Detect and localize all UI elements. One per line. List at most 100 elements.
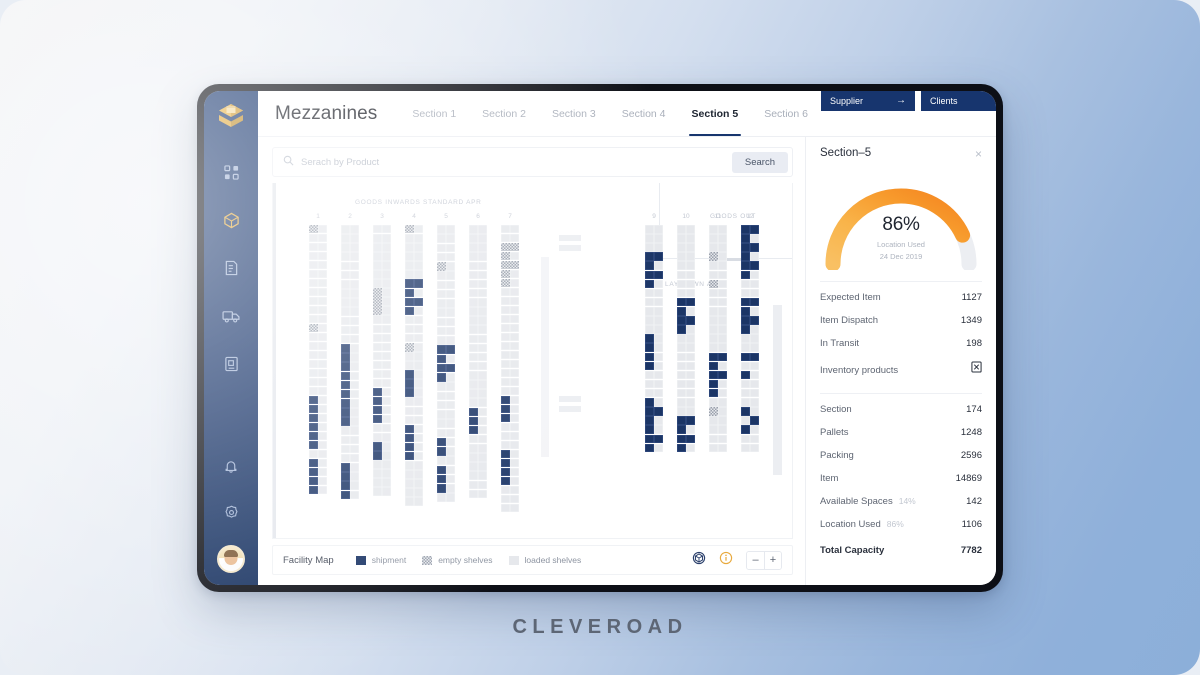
shelf-cell-ship[interactable] [405, 388, 414, 397]
shelf-cell-loaded[interactable] [350, 463, 359, 472]
shelf-cell-loaded[interactable] [654, 334, 663, 343]
shelf-cell-loaded[interactable] [373, 424, 382, 433]
shelf-cell-loaded[interactable] [510, 296, 519, 306]
shelf-cell-loaded[interactable] [469, 489, 478, 499]
shelf-cell-loaded[interactable] [718, 361, 727, 371]
shelf-cell-loaded[interactable] [405, 252, 414, 261]
shelf-cell-ship[interactable] [309, 413, 318, 423]
shelf-cell-loaded[interactable] [469, 434, 478, 444]
shelf-cell-loaded[interactable] [414, 343, 423, 352]
shelf-cell-loaded[interactable] [510, 377, 519, 387]
shelf-cell-loaded[interactable] [654, 225, 663, 234]
shelf-cell-ship[interactable] [645, 270, 654, 280]
shelf-cell-ship[interactable] [373, 414, 382, 424]
shelf-cell-loaded[interactable] [718, 270, 727, 280]
shelf-cell-loaded[interactable] [510, 323, 519, 333]
shelf-cell-loaded[interactable] [382, 306, 391, 315]
shelf-cell-loaded[interactable] [686, 270, 695, 280]
shelf-cell-loaded[interactable] [510, 350, 519, 360]
shelf-cell-loaded[interactable] [478, 444, 487, 453]
shelf-cell-loaded[interactable] [478, 407, 487, 417]
shelf-cell-loaded[interactable] [350, 234, 359, 243]
shelf-cell-loaded[interactable] [318, 476, 327, 485]
shelf-cell-ship[interactable] [341, 380, 350, 390]
shelf-cell-loaded[interactable] [382, 324, 391, 333]
shelf-cell-loaded[interactable] [382, 378, 391, 388]
shelf-cell-ship[interactable] [645, 398, 654, 407]
shelf-cell-loaded[interactable] [478, 361, 487, 371]
shelf-cell-ship[interactable] [405, 306, 414, 316]
shelf-cell-ship[interactable] [341, 408, 350, 417]
shelf-cell-loaded[interactable] [341, 298, 350, 307]
shelf-cell-loaded[interactable] [373, 360, 382, 370]
shelf-cell-loaded[interactable] [341, 261, 350, 271]
shelf-cell-loaded[interactable] [318, 359, 327, 369]
shelf-cell-loaded[interactable] [718, 407, 727, 416]
shelf-cell-loaded[interactable] [750, 234, 759, 243]
shelf-cell-ship[interactable] [501, 413, 510, 423]
shelf-cell-loaded[interactable] [405, 415, 414, 425]
shelf-cell-loaded[interactable] [382, 478, 391, 487]
shelf-cell-loaded[interactable] [405, 333, 414, 343]
shelf-cell-loaded[interactable] [446, 289, 455, 299]
shelf-cell-ship[interactable] [645, 261, 654, 270]
shelf-cell-loaded[interactable] [318, 323, 327, 333]
shelf-cell-loaded[interactable] [510, 431, 519, 441]
shelf-cell-loaded[interactable] [318, 305, 327, 315]
shelf-cell-loaded[interactable] [645, 288, 654, 298]
shelf-cell-loaded[interactable] [446, 400, 455, 410]
shelf-cell-loaded[interactable] [478, 462, 487, 471]
shelf-cell-ship[interactable] [741, 243, 750, 252]
shelf-cell-ship[interactable] [750, 352, 759, 362]
shelf-cell-empty[interactable] [709, 252, 718, 261]
shelf-cell-loaded[interactable] [677, 379, 686, 389]
shelf-cell-loaded[interactable] [318, 287, 327, 297]
shelf-column[interactable]: 9 [645, 213, 663, 453]
shelf-cell-loaded[interactable] [501, 350, 510, 360]
shelf-cell-loaded[interactable] [469, 380, 478, 389]
shelf-cell-loaded[interactable] [709, 225, 718, 234]
shelf-cell-loaded[interactable] [437, 289, 446, 299]
shelf-cell-ship[interactable] [341, 362, 350, 371]
shelf-cell-loaded[interactable] [469, 480, 478, 490]
shelf-cell-loaded[interactable] [510, 368, 519, 378]
shelf-cell-ship[interactable] [437, 465, 446, 475]
shelf-cell-loaded[interactable] [709, 316, 718, 325]
shelf-cell-loaded[interactable] [750, 325, 759, 334]
shelf-cell-loaded[interactable] [414, 406, 423, 416]
shelf-cell-loaded[interactable] [350, 444, 359, 454]
shelf-cell-loaded[interactable] [677, 261, 686, 270]
shelf-cell-loaded[interactable] [709, 234, 718, 243]
shelf-cell-loaded[interactable] [709, 288, 718, 298]
shelf-cell-loaded[interactable] [414, 333, 423, 343]
shelf-cell-loaded[interactable] [677, 279, 686, 289]
shelf-cell-loaded[interactable] [677, 361, 686, 371]
shelf-cell-loaded[interactable] [341, 325, 350, 335]
shelf-cell-loaded[interactable] [750, 343, 759, 352]
shelf-cell-loaded[interactable] [437, 317, 446, 327]
shelf-cell-empty[interactable] [501, 269, 510, 279]
tab-section-4[interactable]: Section 4 [609, 91, 679, 136]
shelf-cell-ship[interactable] [405, 370, 414, 379]
shelf-cell-loaded[interactable] [405, 497, 414, 506]
shelf-cell-loaded[interactable] [405, 406, 414, 416]
shelf-cell-loaded[interactable] [350, 261, 359, 271]
shelf-cell-ship[interactable] [750, 261, 759, 270]
shelf-cell-loaded[interactable] [510, 503, 519, 512]
shelf-cell-loaded[interactable] [750, 370, 759, 380]
shelf-cell-loaded[interactable] [309, 314, 318, 324]
shelf-cell-ship[interactable] [437, 354, 446, 364]
shelf-cell-loaded[interactable] [478, 352, 487, 362]
shelf-cell-loaded[interactable] [446, 308, 455, 317]
shelf-cell-loaded[interactable] [478, 425, 487, 435]
shelf-cell-loaded[interactable] [437, 326, 446, 336]
supplier-button[interactable]: Supplier → [820, 91, 915, 111]
shelf-cell-loaded[interactable] [414, 243, 423, 252]
shelf-cell-ship[interactable] [741, 225, 750, 234]
shelf-cell-loaded[interactable] [645, 306, 654, 316]
shelf-cell-ship[interactable] [341, 353, 350, 362]
shelf-cell-ship[interactable] [437, 345, 446, 354]
shelf-column[interactable]: 7 [501, 213, 519, 513]
shelf-cell-loaded[interactable] [437, 299, 446, 308]
shelf-cell-ship[interactable] [654, 407, 663, 416]
